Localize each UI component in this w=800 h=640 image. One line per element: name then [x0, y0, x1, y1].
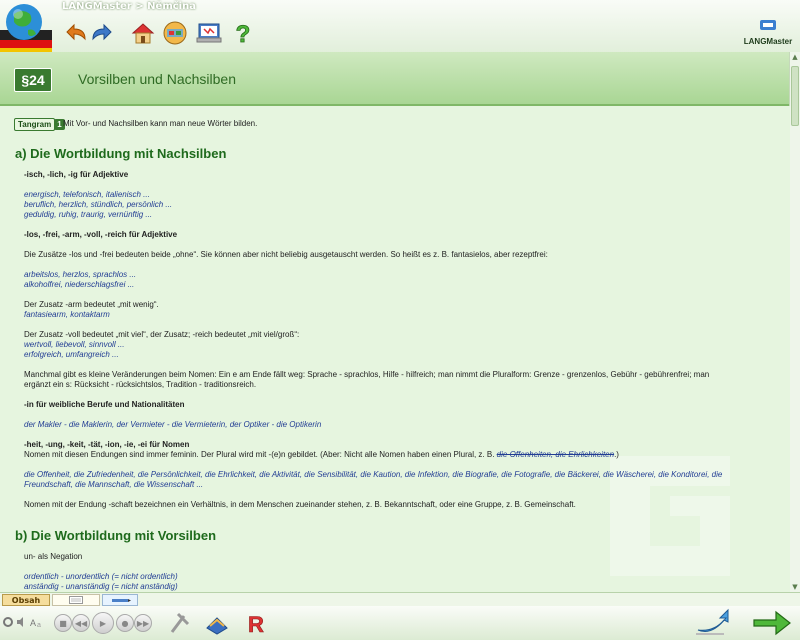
vertical-scrollbar[interactable]: ▲ ▼	[789, 52, 800, 592]
swoosh-back-icon	[696, 608, 729, 635]
language-button[interactable]: A a	[30, 616, 44, 628]
section-b-title: b) Die Wortbildung mit Vorsilben	[15, 528, 217, 543]
map-button[interactable]	[162, 20, 188, 46]
settings-button[interactable]	[2, 616, 14, 628]
scroll-up-icon[interactable]: ▲	[790, 52, 800, 62]
play-button[interactable]: ▶	[92, 612, 114, 634]
brand-logo: LANGMaster	[742, 18, 794, 48]
book-computer-icon	[196, 23, 222, 43]
brand-name: LANGMaster	[743, 37, 793, 46]
tab-notes[interactable]	[52, 594, 100, 606]
example-line: fantasiearm, kontaktarm	[24, 310, 110, 319]
home-icon	[131, 23, 155, 44]
previous-page-button[interactable]	[694, 608, 730, 638]
example-line: wertvoll, liebevoll, sinnvoll ...	[24, 340, 125, 349]
note-icon	[69, 596, 83, 604]
speaker-button[interactable]	[16, 616, 28, 628]
pen-icon	[112, 599, 131, 602]
explanation-line: Der Zusatz -arm bedeutet „mit wenig“.	[24, 300, 159, 309]
next-page-button[interactable]	[752, 608, 792, 638]
rewind-icon: ◀◀	[74, 618, 88, 628]
example-line: anständig - unanständig (= nicht anständ…	[24, 582, 178, 591]
intro-text: Mit Vor- und Nachsilben kann man neue Wö…	[63, 119, 258, 128]
bottom-toolbar: A a ■ ◀◀ ▶ ● ▶▶ R	[0, 606, 800, 640]
tab-contents[interactable]: Obsah	[2, 594, 50, 606]
explanation-line: Manchmal gibt es kleine Veränderungen be…	[24, 370, 710, 379]
rewind-button[interactable]: ◀◀	[72, 614, 90, 632]
rule-line: -isch, -lich, -ig für Adjektive	[24, 170, 129, 179]
struck-example: die Offenheiten, die Ehrlichkeiten	[496, 450, 615, 459]
example-line: arbeitslos, herzlos, sprachlos ...	[24, 270, 137, 279]
stop-icon: ■	[59, 618, 67, 628]
rule-line: un- als Negation	[24, 552, 83, 561]
tangram-tag: Tangram 1	[14, 118, 65, 131]
dictionary-button[interactable]	[196, 20, 222, 46]
translate-icon: A a	[30, 618, 41, 628]
books-icon	[206, 617, 228, 635]
plural-note: Nomen mit diesen Endungen sind immer fem…	[24, 450, 495, 459]
back-arrow-icon	[66, 23, 86, 41]
example-line: ordentlich - unordentlich (= nicht orden…	[24, 572, 178, 581]
window-title: LANGMaster > Němčina	[62, 1, 196, 12]
home-button[interactable]	[130, 20, 156, 46]
example-line: Freundschaft, die Mannschaft, die Wissen…	[24, 480, 204, 489]
record-icon: ●	[121, 618, 129, 628]
globe-icon	[0, 4, 52, 58]
help-button[interactable]: ?	[230, 20, 256, 46]
scroll-down-icon[interactable]: ▼	[790, 582, 800, 592]
svg-text:a: a	[37, 622, 41, 628]
explanation-line: Die Zusätze -los und -frei bedeuten beid…	[24, 250, 548, 259]
example-line: beruflich, herzlich, stündlich, persönli…	[24, 200, 173, 209]
svg-text:A: A	[30, 618, 36, 628]
disc-map-icon	[163, 21, 187, 45]
question-mark-icon: ?	[235, 21, 251, 46]
play-icon: ▶	[99, 618, 107, 628]
record-button[interactable]: ●	[116, 614, 134, 632]
settings-icon	[3, 617, 13, 627]
grammar-r-icon: R	[248, 612, 265, 636]
title-bar: LANGMaster > Němčina ? LANGMaster	[0, 0, 800, 58]
playback-button[interactable]: ▶▶	[134, 614, 152, 632]
explanation-line: Der Zusatz -voll bedeutet „mit viel“, de…	[24, 330, 300, 339]
example-line: die Offenheit, die Zufriedenheit, die Pe…	[24, 470, 723, 479]
langmaster-logo-icon	[760, 20, 776, 30]
explanation-line: ergänzt ein s: Rücksicht - rücksichtslos…	[24, 380, 257, 389]
forward-button[interactable]	[88, 20, 114, 46]
tab-tools[interactable]	[102, 594, 138, 606]
stop-button[interactable]: ■	[54, 614, 72, 632]
example-line: alkoholfrei, niederschlagsfrei ...	[24, 280, 135, 289]
lesson-title: Vorsilben und Nachsilben	[78, 71, 236, 87]
example-line: energisch, telefonisch, italienisch ...	[24, 190, 150, 199]
section-a-title: a) Die Wortbildung mit Nachsilben	[15, 146, 227, 161]
rule-line: -heit, -ung, -keit, -tät, -ion, -ie, -ei…	[24, 440, 190, 449]
forward-arrow-icon	[92, 23, 112, 41]
scroll-thumb[interactable]	[791, 66, 799, 126]
back-button[interactable]	[64, 20, 90, 46]
speaker-icon	[17, 617, 23, 627]
svg-text:R: R	[248, 612, 264, 636]
explanation-line: Nomen mit diesen Endungen sind immer fem…	[24, 450, 619, 459]
rule-line: -los, -frei, -arm, -voll, -reich für Adj…	[24, 230, 178, 239]
watermark-logo-icon	[610, 456, 730, 576]
lesson-content: Tangram 1 Mit Vor- und Nachsilben kann m…	[0, 106, 790, 592]
explanation-line: Nomen mit der Endung -schaft bezeichnen …	[24, 500, 576, 509]
example-line: erfolgreich, umfangreich ...	[24, 350, 119, 359]
rule-line: -in für weibliche Berufe und Nationalitä…	[24, 400, 185, 409]
status-bar: Obsah	[0, 592, 800, 607]
example-line: der Makler - die Maklerin, der Vermieter…	[24, 420, 322, 429]
next-arrow-icon	[753, 610, 791, 636]
grammar-button[interactable]: R	[244, 610, 268, 636]
tag-label: Tangram	[14, 118, 56, 131]
tools-icon	[170, 612, 190, 633]
vocabulary-button[interactable]	[204, 610, 230, 636]
plural-note-end: .)	[614, 450, 619, 459]
svg-text:?: ?	[236, 21, 251, 46]
example-line: geduldig, ruhig, traurig, vernünftig ...	[24, 210, 153, 219]
lesson-number-badge: §24	[14, 68, 52, 92]
tools-button[interactable]	[168, 610, 192, 636]
playback-icon: ▶▶	[136, 618, 150, 628]
